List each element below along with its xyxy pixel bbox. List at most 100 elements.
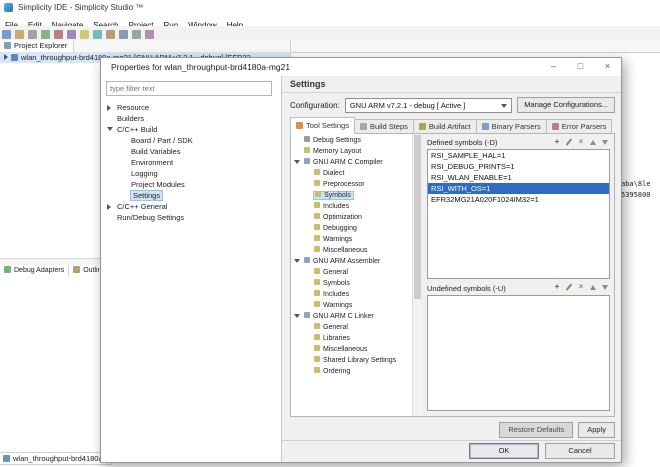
toolbar-icon[interactable] bbox=[132, 30, 141, 39]
toolbar-icon[interactable] bbox=[67, 30, 76, 39]
ide-titlebar[interactable]: Simplicity IDE - Simplicity Studio ™ bbox=[0, 0, 660, 16]
nav-item-logging[interactable]: Logging bbox=[101, 168, 280, 179]
tree-item-includes[interactable]: Includes bbox=[291, 289, 412, 300]
tree-item-general[interactable]: General bbox=[291, 322, 412, 333]
tree-item-optimization[interactable]: Optimization bbox=[291, 212, 412, 223]
delete-symbol-icon[interactable]: × bbox=[576, 282, 586, 292]
expander-icon[interactable] bbox=[107, 127, 113, 131]
tree-item-preprocessor[interactable]: Preprocessor bbox=[291, 179, 412, 190]
tab-error-parsers[interactable]: Error Parsers bbox=[547, 119, 613, 134]
wrench-icon bbox=[314, 246, 320, 252]
maximize-icon[interactable]: □ bbox=[567, 58, 594, 76]
tree-item-general[interactable]: General bbox=[291, 267, 412, 278]
tree-item-debug-settings[interactable]: Debug Settings bbox=[291, 135, 412, 146]
tab-debug-adapters[interactable]: Debug Adapters bbox=[0, 265, 69, 277]
tree-item-gnu-arm-assembler[interactable]: GNU ARM Assembler bbox=[291, 256, 412, 267]
symbol-item-selected[interactable]: RSI_WITH_OS=1 bbox=[428, 183, 609, 194]
tab-tool-settings[interactable]: Tool Settings bbox=[290, 117, 355, 134]
symbol-item[interactable]: EFR32MG21A020F1024IM32=1 bbox=[428, 194, 609, 205]
cancel-button[interactable]: Cancel bbox=[545, 443, 615, 459]
nav-item-build-variables[interactable]: Build Variables bbox=[101, 146, 280, 157]
compiler-icon bbox=[304, 158, 310, 164]
tab-build-artifact[interactable]: Build Artifact bbox=[414, 119, 477, 134]
filter-input[interactable] bbox=[106, 81, 272, 96]
tree-item-gnu-arm-c-linker[interactable]: GNU ARM C Linker bbox=[291, 311, 412, 322]
nav-item-cpp-build[interactable]: C/C++ Build bbox=[101, 124, 280, 135]
manage-configurations-button[interactable]: Manage Configurations... bbox=[517, 97, 615, 113]
move-up-icon[interactable] bbox=[588, 137, 598, 147]
symbol-item[interactable]: RSI_SAMPLE_HAL=1 bbox=[428, 150, 609, 161]
nav-item-project-modules[interactable]: Project Modules bbox=[101, 179, 280, 190]
tree-item-libraries[interactable]: Libraries bbox=[291, 333, 412, 344]
toolbar-icon[interactable] bbox=[41, 30, 50, 39]
configuration-label: Configuration: bbox=[290, 101, 340, 110]
tree-item-ordering[interactable]: Ordering bbox=[291, 366, 412, 377]
minimize-icon[interactable]: – bbox=[540, 58, 567, 76]
tree-item-dialect[interactable]: Dialect bbox=[291, 168, 412, 179]
tab-build-steps[interactable]: Build Steps bbox=[355, 119, 414, 134]
expander-icon[interactable] bbox=[107, 105, 111, 111]
move-up-icon[interactable] bbox=[588, 282, 598, 292]
tab-binary-parsers[interactable]: Binary Parsers bbox=[477, 119, 547, 134]
nav-label: C/C++ General bbox=[117, 202, 167, 211]
bottom-editor-tab[interactable]: wlan_throughput-brd4180a-mg2... bbox=[0, 452, 112, 465]
nav-item-board-part-sdk[interactable]: Board / Part / SDK bbox=[101, 135, 280, 146]
toolbar-icon[interactable] bbox=[15, 30, 24, 39]
expander-icon[interactable] bbox=[294, 314, 300, 318]
toolbar-icon[interactable] bbox=[2, 30, 11, 39]
toolbar-icon[interactable] bbox=[93, 30, 102, 39]
dialog-titlebar[interactable]: Properties for wlan_throughput-brd4180a-… bbox=[101, 58, 621, 77]
tab-label: Build Steps bbox=[370, 120, 408, 133]
nav-item-run-debug-settings[interactable]: Run/Debug Settings bbox=[101, 212, 280, 223]
tree-item-memory-layout[interactable]: Memory Layout bbox=[291, 146, 412, 157]
defined-symbols-list[interactable]: RSI_SAMPLE_HAL=1 RSI_DEBUG_PRINTS=1 RSI_… bbox=[427, 149, 610, 279]
edit-symbol-icon[interactable] bbox=[564, 282, 574, 292]
restore-defaults-button[interactable]: Restore Defaults bbox=[499, 422, 573, 438]
tree-item-warnings[interactable]: Warnings bbox=[291, 300, 412, 311]
tree-item-warnings[interactable]: Warnings bbox=[291, 234, 412, 245]
tab-project-explorer[interactable]: Project Explorer bbox=[0, 40, 74, 52]
toolbar-icon[interactable] bbox=[106, 30, 115, 39]
tree-item-includes[interactable]: Includes bbox=[291, 201, 412, 212]
tree-item-symbols[interactable]: Symbols bbox=[291, 190, 412, 201]
wrench-icon bbox=[314, 334, 320, 340]
apply-button[interactable]: Apply bbox=[578, 422, 615, 438]
toolbar-icon[interactable] bbox=[145, 30, 154, 39]
add-symbol-icon[interactable]: + bbox=[552, 282, 562, 292]
tab-label: wlan_throughput-brd4180a-mg2... bbox=[13, 454, 112, 463]
expander-icon[interactable] bbox=[294, 259, 300, 263]
toolbar-icon[interactable] bbox=[119, 30, 128, 39]
edit-symbol-icon[interactable] bbox=[564, 137, 574, 147]
symbol-item[interactable]: RSI_DEBUG_PRINTS=1 bbox=[428, 161, 609, 172]
scrollbar-thumb[interactable] bbox=[414, 135, 421, 299]
nav-item-resource[interactable]: Resource bbox=[101, 102, 280, 113]
nav-item-builders[interactable]: Builders bbox=[101, 113, 280, 124]
nav-item-environment[interactable]: Environment bbox=[101, 157, 280, 168]
expander-icon[interactable] bbox=[4, 54, 8, 60]
move-down-icon[interactable] bbox=[600, 137, 610, 147]
delete-symbol-icon[interactable]: × bbox=[576, 137, 586, 147]
toolbar-icon[interactable] bbox=[54, 30, 63, 39]
tree-label: Warnings bbox=[323, 236, 352, 243]
assembler-icon bbox=[304, 257, 310, 263]
tree-item-gnu-arm-c-compiler[interactable]: GNU ARM C Compiler bbox=[291, 157, 412, 168]
symbol-item[interactable]: RSI_WLAN_ENABLE=1 bbox=[428, 172, 609, 183]
add-symbol-icon[interactable]: + bbox=[552, 137, 562, 147]
close-icon[interactable]: × bbox=[594, 58, 621, 76]
expander-icon[interactable] bbox=[294, 160, 300, 164]
ok-button[interactable]: OK bbox=[469, 443, 539, 459]
tree-item-symbols[interactable]: Symbols bbox=[291, 278, 412, 289]
nav-item-settings[interactable]: Settings bbox=[101, 190, 280, 201]
tree-item-miscellaneous[interactable]: Miscellaneous bbox=[291, 344, 412, 355]
toolbar-icon[interactable] bbox=[28, 30, 37, 39]
tree-item-shared-library-settings[interactable]: Shared Library Settings bbox=[291, 355, 412, 366]
tree-item-miscellaneous[interactable]: Miscellaneous bbox=[291, 245, 412, 256]
expander-icon[interactable] bbox=[107, 204, 111, 210]
move-down-icon[interactable] bbox=[600, 282, 610, 292]
undefined-symbols-list[interactable] bbox=[427, 295, 610, 411]
defined-symbols-toolbar: + × bbox=[552, 137, 610, 147]
toolbar-icon[interactable] bbox=[80, 30, 89, 39]
nav-item-cpp-general[interactable]: C/C++ General bbox=[101, 201, 280, 212]
configuration-select[interactable]: GNU ARM v7.2.1 - debug [ Active ] bbox=[345, 98, 512, 113]
tree-item-debugging[interactable]: Debugging bbox=[291, 223, 412, 234]
